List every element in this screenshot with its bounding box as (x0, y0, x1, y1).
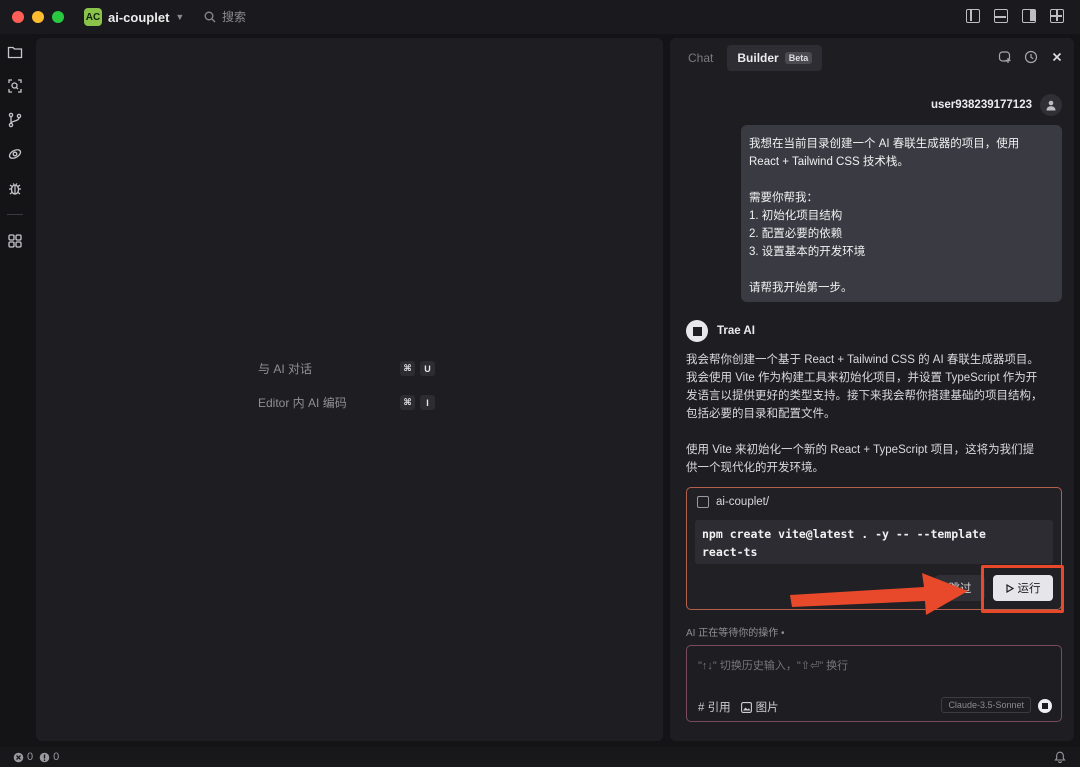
tab-chat[interactable]: Chat (678, 45, 723, 71)
message-line: 3. 设置基本的开发环境 (749, 246, 866, 258)
error-count: 0 (27, 751, 34, 763)
close-window-button[interactable] (12, 11, 24, 23)
terminal-cwd: ai-couplet/ (716, 496, 770, 508)
run-button-highlight (981, 565, 1064, 613)
new-chat-icon[interactable] (998, 50, 1012, 64)
avatar (1040, 94, 1062, 116)
panel-actions (998, 50, 1064, 64)
message-line: 我想在当前目录创建一个 AI 春联生成器的项目，使用 (749, 138, 1020, 150)
input-toolbar: # 引用 图片 (698, 699, 779, 715)
message-line: 需要你帮我： (749, 192, 818, 204)
message-line: 我会帮你创建一个基于 React + Tailwind CSS 的 AI 春联生… (686, 354, 1039, 366)
message-line: 1. 初始化项目结构 (749, 210, 843, 222)
search-icon (204, 11, 216, 22)
message-line: 包括必要的目录和配置文件。 (686, 408, 836, 420)
panel-tabs: Chat Builder Beta (678, 45, 823, 71)
message-line: 使用 Vite 来初始化一个新的 React + TypeScript 项目，这… (686, 444, 1035, 456)
tab-builder[interactable]: Builder Beta (727, 45, 823, 71)
layout-controls (966, 9, 1064, 23)
search-box[interactable]: 搜索 (204, 8, 246, 25)
history-icon[interactable] (1024, 50, 1038, 64)
user-name: user938239177123 (930, 99, 1032, 111)
message-line: 2. 配置必要的依赖 (749, 228, 843, 240)
message-line: 供一个现代化的开发环境。 (686, 462, 824, 474)
status-bar: 0 0 (0, 747, 1080, 767)
command-key-icon: ⌘ (400, 361, 415, 376)
model-selector[interactable]: Claude-3.5-Sonnet (941, 697, 1031, 713)
source-control-icon[interactable] (7, 112, 23, 128)
user-header: user938239177123 (931, 94, 1062, 116)
customize-layout-icon[interactable] (1050, 9, 1064, 23)
shortcut-key: U (420, 361, 435, 376)
problems-indicator[interactable]: 0 0 (13, 751, 59, 763)
explorer-folder-icon[interactable] (7, 44, 23, 60)
search-panel-icon[interactable] (7, 78, 23, 94)
project-name[interactable]: ai-couplet (108, 10, 169, 25)
ai-chat-panel: Chat Builder Beta user938239177123 我想在当前… (670, 38, 1074, 741)
input-placeholder: "↑↓" 切换历史输入，"⇧⏎" 换行 (698, 660, 849, 672)
image-icon (740, 701, 752, 713)
error-icon (13, 752, 24, 762)
chat-input[interactable]: "↑↓" 切换历史输入，"⇧⏎" 换行 # 引用 图片 Claude-3.5-S… (686, 645, 1062, 722)
message-line (749, 261, 1054, 279)
minimize-window-button[interactable] (32, 11, 44, 23)
beta-badge: Beta (784, 52, 813, 64)
activity-bar (0, 34, 30, 747)
extensions-grid-icon[interactable] (7, 233, 23, 249)
debug-bug-icon[interactable] (7, 180, 23, 196)
hint-label: Editor 内 AI 编码 (258, 396, 347, 410)
command-line: react-ts (702, 545, 758, 559)
search-placeholder: 搜索 (222, 10, 247, 24)
image-label: 图片 (755, 702, 779, 714)
terminal-icon (697, 496, 709, 508)
ai-response-paragraph: 使用 Vite 来初始化一个新的 React + TypeScript 项目，这… (686, 441, 1068, 477)
maximize-window-button[interactable] (52, 11, 64, 23)
toggle-aux-sidebar-icon[interactable] (1022, 9, 1036, 23)
project-badge[interactable]: AC (84, 8, 102, 26)
hint-ai-chat: 与 AI 对话 ⌘ U (258, 360, 440, 377)
message-line: 发语言以提供更好的类型支持。接下来我会帮你搭建基础的项目结构， (686, 390, 1043, 402)
notification-bell-icon[interactable] (1054, 751, 1066, 763)
activity-divider (7, 214, 23, 215)
chevron-down-icon[interactable]: ▼ (175, 12, 184, 22)
ai-response-paragraph: 我会帮你创建一个基于 React + Tailwind CSS 的 AI 春联生… (686, 351, 1068, 423)
toggle-sidebar-icon[interactable] (966, 9, 980, 23)
ai-name: Trae AI (717, 325, 755, 337)
reference-button[interactable]: # 引用 (698, 699, 731, 715)
message-line (749, 171, 1054, 189)
stop-button[interactable] (1038, 699, 1052, 713)
command-line: npm create vite@latest . -y -- --templat… (702, 527, 986, 541)
hint-editor-ai: Editor 内 AI 编码 ⌘ I (258, 394, 440, 411)
message-line: 我会使用 Vite 作为构建工具来初始化项目，并设置 TypeScript 作为… (686, 372, 1038, 384)
ai-header: Trae AI (686, 320, 755, 342)
terminal-header: ai-couplet/ (697, 496, 769, 508)
window-controls (12, 11, 64, 23)
hint-label: 与 AI 对话 (258, 362, 313, 376)
warning-icon (39, 752, 50, 762)
toggle-panel-icon[interactable] (994, 9, 1008, 23)
image-button[interactable]: 图片 (740, 699, 779, 715)
user-icon (1046, 100, 1056, 111)
user-message: 我想在当前目录创建一个 AI 春联生成器的项目，使用 React + Tailw… (741, 125, 1062, 302)
annotation-arrow-icon (790, 573, 968, 615)
terminal-command: npm create vite@latest . -y -- --templat… (695, 520, 1053, 564)
stop-icon (1042, 703, 1048, 709)
shortcut-key: I (420, 395, 435, 410)
close-icon[interactable] (1050, 50, 1064, 64)
warning-count: 0 (53, 751, 60, 763)
title-bar: AC ai-couplet ▼ 搜索 (0, 0, 1080, 34)
remote-connection-icon[interactable] (7, 146, 23, 162)
tab-label: Builder (737, 51, 779, 65)
waiting-status: AI 正在等待你的操作 • (686, 628, 785, 639)
editor-area[interactable]: 与 AI 对话 ⌘ U Editor 内 AI 编码 ⌘ I (36, 38, 663, 741)
trae-logo-icon (686, 320, 708, 342)
message-line: React + Tailwind CSS 技术栈。 (749, 156, 909, 168)
command-key-icon: ⌘ (400, 395, 415, 410)
message-line: 请帮我开始第一步。 (749, 282, 853, 294)
